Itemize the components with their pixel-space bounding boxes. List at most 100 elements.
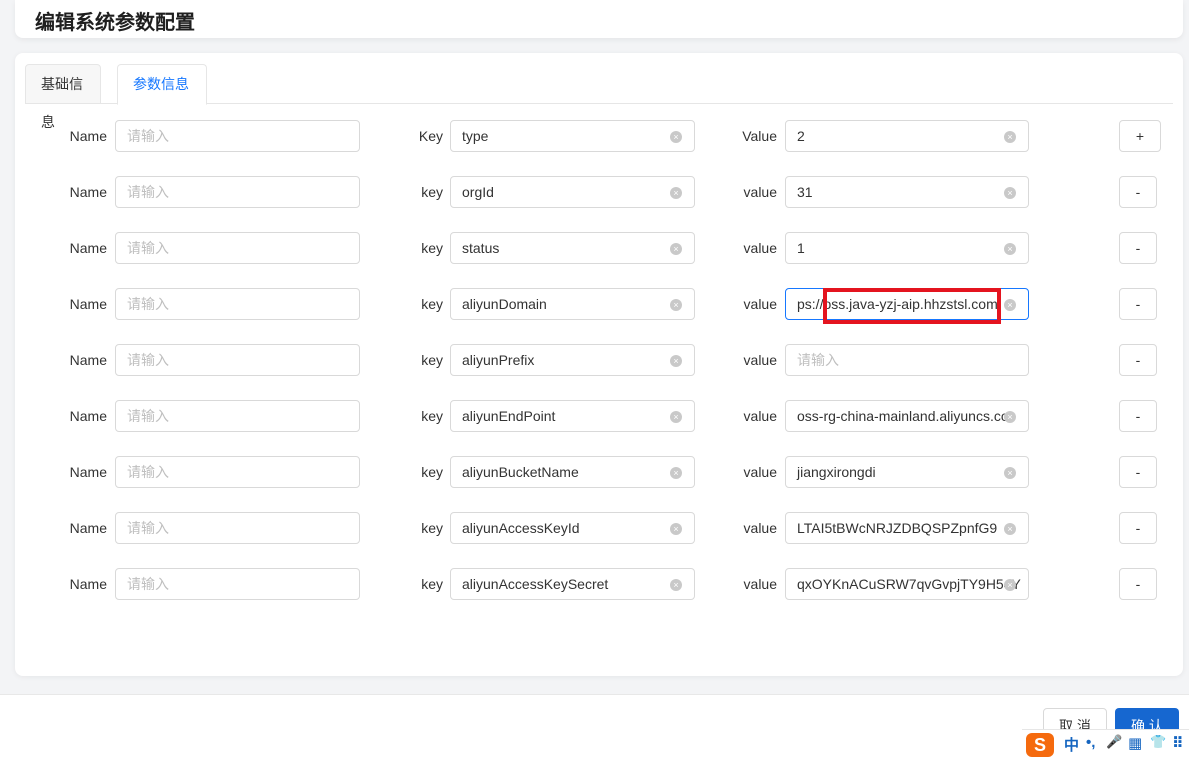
key-label: key xyxy=(421,408,443,424)
remove-row-button[interactable]: - xyxy=(1119,176,1157,208)
add-row-button[interactable]: + xyxy=(1119,120,1161,152)
value-input[interactable]: jiangxirongdi × xyxy=(785,456,1029,488)
key-input[interactable]: orgId × xyxy=(450,176,695,208)
key-input-value: aliyunAccessKeySecret xyxy=(462,576,609,592)
name-label: Name xyxy=(69,240,107,256)
name-input[interactable]: 请输入 xyxy=(115,456,360,488)
key-label: Key xyxy=(418,128,443,144)
highlight-box xyxy=(823,288,1001,324)
clear-icon[interactable]: × xyxy=(1004,411,1016,423)
name-label: Name xyxy=(69,408,107,424)
clear-icon[interactable]: × xyxy=(670,187,682,199)
key-input[interactable]: aliyunAccessKeySecret × xyxy=(450,568,695,600)
key-input[interactable]: aliyunAccessKeyId × xyxy=(450,512,695,544)
key-label: key xyxy=(421,520,443,536)
name-input[interactable]: 请输入 xyxy=(115,512,360,544)
sogou-logo-icon[interactable]: S xyxy=(1026,733,1054,757)
clear-icon[interactable]: × xyxy=(670,411,682,423)
value-input[interactable]: 1 × xyxy=(785,232,1029,264)
key-input-value: type xyxy=(462,128,489,144)
value-input[interactable]: LTAI5tBWcNRJZDBQSPZpnfG9 × xyxy=(785,512,1029,544)
param-row: Name 请输入 key status × value 1 × - xyxy=(15,232,1165,264)
clear-icon[interactable]: × xyxy=(670,299,682,311)
skin-icon[interactable]: 👕 xyxy=(1150,734,1166,750)
key-input[interactable]: aliyunDomain × xyxy=(450,288,695,320)
page-title: 编辑系统参数配置 xyxy=(35,12,195,34)
param-row: Name 请输入 key aliyunAccessKeyId × value LTAI5tB… xyxy=(15,512,1165,544)
key-input[interactable]: status × xyxy=(450,232,695,264)
clear-icon[interactable]: × xyxy=(1004,579,1016,591)
tab-basic-info[interactable]: 基础信息 xyxy=(25,64,101,130)
keyboard-icon[interactable]: ▦ xyxy=(1128,734,1142,752)
value-input[interactable]: oss-rg-china-mainland.aliyuncs.co × xyxy=(785,400,1029,432)
remove-row-button[interactable]: - xyxy=(1119,456,1157,488)
name-label: Name xyxy=(69,296,107,312)
key-input-value: status xyxy=(462,240,500,256)
clear-icon[interactable]: × xyxy=(1004,243,1016,255)
name-label: Name xyxy=(69,352,107,368)
tab-bar: 基础信息 参数信息 xyxy=(25,64,1173,130)
name-input[interactable]: 请输入 xyxy=(115,120,360,152)
name-label: Name xyxy=(69,184,107,200)
value-label: value xyxy=(743,576,777,592)
name-input[interactable]: 请输入 xyxy=(115,400,360,432)
name-label: Name xyxy=(69,576,107,592)
name-input[interactable]: 请输入 xyxy=(115,288,360,320)
clear-icon[interactable]: × xyxy=(670,467,682,479)
name-input[interactable]: 请输入 xyxy=(115,344,360,376)
key-input[interactable]: type × xyxy=(450,120,695,152)
remove-row-button[interactable]: - xyxy=(1119,512,1157,544)
clear-icon[interactable]: × xyxy=(670,523,682,535)
value-input-value: 1 xyxy=(797,240,805,256)
key-label: key xyxy=(421,576,443,592)
value-input[interactable]: 31 × xyxy=(785,176,1029,208)
value-input-value: qxOYKnACuSRW7qvGvpjTY9H54Y xyxy=(797,576,1021,592)
key-input-value: aliyunAccessKeyId xyxy=(462,520,580,536)
clear-icon[interactable]: × xyxy=(1004,523,1016,535)
microphone-icon[interactable]: 🎤 xyxy=(1106,734,1122,750)
key-input[interactable]: aliyunBucketName × xyxy=(450,456,695,488)
tab-param-info[interactable]: 参数信息 xyxy=(117,64,207,105)
clear-icon[interactable]: × xyxy=(670,579,682,591)
value-input-value: LTAI5tBWcNRJZDBQSPZpnfG9 xyxy=(797,520,998,536)
name-label: Name xyxy=(69,464,107,480)
remove-row-button[interactable]: - xyxy=(1119,288,1157,320)
clear-icon[interactable]: × xyxy=(1004,299,1016,311)
clear-icon[interactable]: × xyxy=(1004,467,1016,479)
clear-icon[interactable]: × xyxy=(1004,187,1016,199)
value-input[interactable]: qxOYKnACuSRW7qvGvpjTY9H54Y × xyxy=(785,568,1029,600)
key-input[interactable]: aliyunPrefix × xyxy=(450,344,695,376)
remove-row-button[interactable]: - xyxy=(1119,232,1157,264)
param-row: Name 请输入 Key type × Value 2 × + xyxy=(15,120,1165,152)
value-input[interactable]: 请输入 xyxy=(785,344,1029,376)
key-input[interactable]: aliyunEndPoint × xyxy=(450,400,695,432)
value-label: value xyxy=(743,352,777,368)
param-row: Name 请输入 key aliyunAccessKeySecret × value qxO… xyxy=(15,568,1165,600)
clear-icon[interactable]: × xyxy=(670,131,682,143)
key-label: key xyxy=(421,352,443,368)
clear-icon[interactable]: × xyxy=(670,243,682,255)
key-input-value: aliyunBucketName xyxy=(462,464,579,480)
ime-punctuation-icon[interactable]: •, xyxy=(1086,734,1095,751)
value-input-value: 31 xyxy=(797,184,813,200)
name-input[interactable]: 请输入 xyxy=(115,176,360,208)
remove-row-button[interactable]: - xyxy=(1119,400,1157,432)
ime-chinese-mode[interactable]: 中 xyxy=(1064,734,1079,755)
param-row: Name 请输入 key aliyunPrefix × value 请输入 - xyxy=(15,344,1165,376)
value-label: value xyxy=(743,240,777,256)
name-input[interactable]: 请输入 xyxy=(115,232,360,264)
value-input[interactable]: 2 × xyxy=(785,120,1029,152)
name-input[interactable]: 请输入 xyxy=(115,568,360,600)
footer xyxy=(0,695,1189,757)
key-label: key xyxy=(421,184,443,200)
remove-row-button[interactable]: - xyxy=(1119,344,1157,376)
clear-icon[interactable]: × xyxy=(670,355,682,367)
key-label: key xyxy=(421,464,443,480)
value-label: value xyxy=(743,520,777,536)
clear-icon[interactable]: × xyxy=(1004,131,1016,143)
value-label: Value xyxy=(742,128,777,144)
key-label: key xyxy=(421,296,443,312)
more-icon[interactable]: ⠿ xyxy=(1172,734,1184,752)
remove-row-button[interactable]: - xyxy=(1119,568,1157,600)
value-input-value: 2 xyxy=(797,128,805,144)
